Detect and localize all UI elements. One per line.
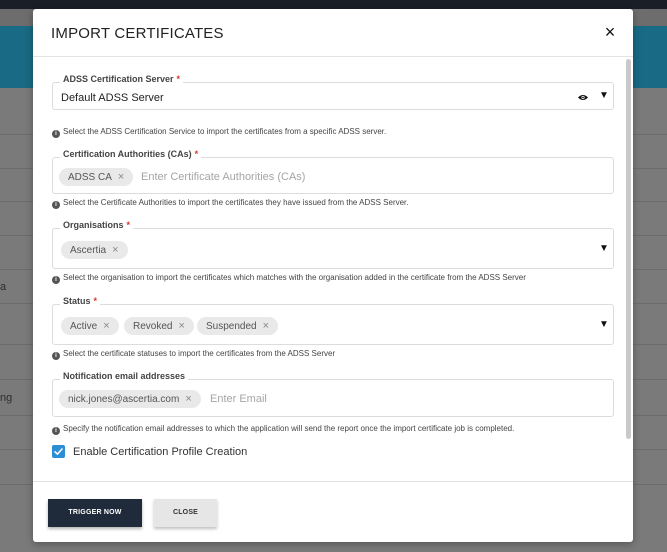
- status-label: Status *: [60, 296, 101, 306]
- organisations-label: Organisations *: [60, 220, 134, 230]
- info-icon: i: [52, 201, 60, 209]
- cas-input[interactable]: Certification Authorities (CAs) * ADSS CA…: [52, 149, 614, 194]
- chip-suspended: Suspended ×: [197, 317, 279, 335]
- chip-active: Active ×: [61, 317, 119, 335]
- close-button[interactable]: CLOSE: [154, 499, 217, 527]
- enable-profile-label[interactable]: Enable Certification Profile Creation: [73, 446, 247, 458]
- server-help: i Select the ADSS Certification Service t…: [52, 127, 386, 138]
- emails-label: Notification email addresses: [60, 371, 189, 381]
- chip-remove-icon[interactable]: ×: [185, 393, 191, 405]
- chevron-down-icon[interactable]: ▼: [599, 319, 609, 330]
- enable-profile-checkbox[interactable]: [52, 445, 65, 458]
- cas-label: Certification Authorities (CAs) *: [60, 149, 202, 159]
- server-value: Default ADSS Server: [61, 92, 164, 104]
- bg-row-text: a: [0, 281, 7, 293]
- required-marker: *: [126, 220, 131, 230]
- info-icon: i: [52, 352, 60, 360]
- trigger-now-button[interactable]: TRIGGER NOW: [48, 499, 142, 527]
- chip-remove-icon[interactable]: ×: [263, 320, 269, 332]
- info-icon: i: [52, 276, 60, 284]
- server-select[interactable]: ADSS Certification Server * Default ADSS …: [52, 74, 614, 110]
- required-marker: *: [93, 296, 98, 306]
- emails-placeholder[interactable]: Enter Email: [210, 393, 267, 405]
- bg-row-text: ng: [0, 392, 13, 404]
- emails-help: i Specify the notification email addresse…: [52, 424, 514, 435]
- chip-remove-icon[interactable]: ×: [103, 320, 109, 332]
- checkmark-icon: [54, 448, 63, 455]
- chevron-down-icon[interactable]: ▼: [599, 90, 609, 101]
- chip-ascertia: Ascertia ×: [61, 241, 128, 259]
- chip-revoked: Revoked ×: [124, 317, 194, 335]
- import-certificates-dialog: IMPORT CERTIFICATES × ADSS Certification…: [33, 9, 633, 542]
- cas-placeholder[interactable]: Enter Certificate Authorities (CAs): [141, 171, 305, 183]
- chip-email: nick.jones@ascertia.com ×: [59, 390, 201, 408]
- dialog-scrollbar[interactable]: [626, 59, 631, 439]
- status-select[interactable]: Status * Active × Revoked × Suspended × ▼: [52, 296, 614, 345]
- info-icon: i: [52, 427, 60, 435]
- app-top-bar: [0, 0, 667, 9]
- dialog-body: ADSS Certification Server * Default ADSS …: [33, 58, 633, 481]
- chip-remove-icon[interactable]: ×: [112, 244, 118, 256]
- dialog-title: IMPORT CERTIFICATES: [51, 25, 224, 42]
- required-marker: *: [194, 149, 199, 159]
- required-marker: *: [176, 74, 181, 84]
- chip-remove-icon[interactable]: ×: [118, 171, 124, 183]
- cas-help: i Select the Certificate Authorities to i…: [52, 198, 409, 209]
- organisations-help: i Select the organisation to import the c…: [52, 273, 526, 284]
- chip-adss-ca: ADSS CA ×: [59, 168, 134, 186]
- server-label: ADSS Certification Server *: [60, 74, 184, 84]
- chip-remove-icon[interactable]: ×: [178, 320, 184, 332]
- chevron-down-icon[interactable]: ▼: [599, 243, 609, 254]
- dialog-header: IMPORT CERTIFICATES ×: [33, 9, 633, 57]
- dialog-footer: TRIGGER NOW CLOSE: [33, 481, 633, 542]
- status-help: i Select the certificate statuses to impo…: [52, 349, 335, 360]
- emails-input[interactable]: Notification email addresses nick.jones@…: [52, 371, 614, 417]
- close-icon[interactable]: ×: [601, 21, 619, 43]
- info-icon: i: [52, 130, 60, 138]
- organisations-select[interactable]: Organisations * Ascertia × ▼: [52, 220, 614, 269]
- eye-icon[interactable]: [578, 94, 588, 101]
